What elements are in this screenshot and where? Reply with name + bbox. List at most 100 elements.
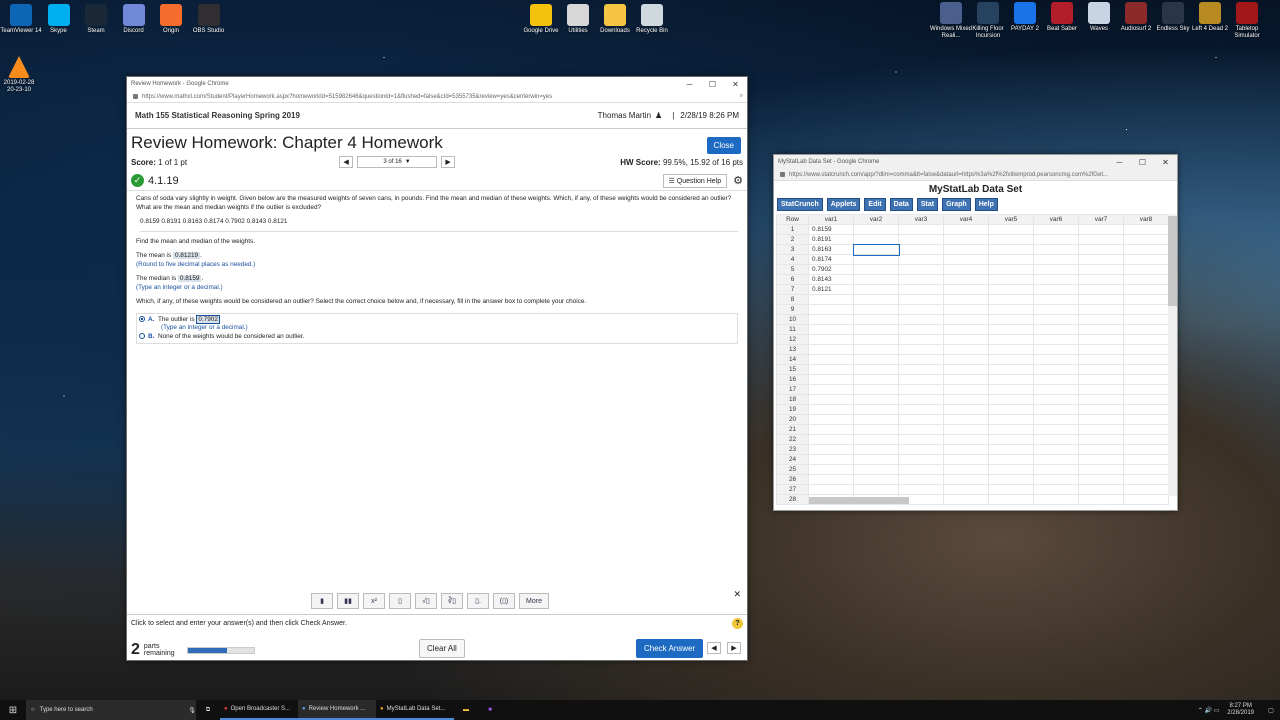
desktop-icon-8[interactable]: Tabletop Simulator (1226, 2, 1268, 40)
grid-cell[interactable] (853, 404, 899, 415)
grid-cell[interactable] (1033, 354, 1079, 365)
desktop-icon-0[interactable]: TeamViewer 14 (0, 4, 42, 35)
user-name[interactable]: Thomas Martin (598, 111, 651, 120)
grid-cell[interactable] (1033, 474, 1079, 485)
grid-cell[interactable] (1078, 374, 1124, 385)
grid-cell[interactable] (988, 314, 1034, 325)
grid-cell[interactable] (988, 284, 1034, 295)
grid-cell[interactable]: 0.8163 (808, 244, 854, 255)
address-bar[interactable]: https://www.mathxl.com/Student/PlayerHom… (127, 91, 747, 103)
grid-cell[interactable] (853, 334, 899, 345)
grid-cell[interactable] (1033, 304, 1079, 315)
grid-cell[interactable] (1033, 254, 1079, 265)
grid-cell[interactable] (943, 324, 989, 335)
grid-cell[interactable] (853, 284, 899, 295)
grid-cell[interactable] (1123, 344, 1169, 355)
grid-cell[interactable] (898, 274, 944, 285)
grid-cell[interactable] (898, 284, 944, 295)
grid-cell[interactable] (1123, 334, 1169, 345)
grid-cell[interactable] (1123, 264, 1169, 275)
next-question-button[interactable]: ▶ (441, 156, 456, 168)
grid-cell[interactable] (808, 384, 854, 395)
grid-cell[interactable] (988, 374, 1034, 385)
grid-cell[interactable] (1078, 424, 1124, 435)
desktop-icon-6[interactable]: Endless Sky (1152, 2, 1194, 33)
sc-menu-stat[interactable]: Stat (916, 198, 939, 211)
grid-cell[interactable] (898, 464, 944, 475)
explorer-icon[interactable]: ▬ (454, 707, 478, 713)
clear-all-button[interactable]: Clear All (419, 639, 465, 658)
grid-cell[interactable] (898, 484, 944, 495)
row-number[interactable]: 24 (776, 454, 809, 465)
grid-cell[interactable] (943, 264, 989, 275)
grid-cell[interactable] (1078, 384, 1124, 395)
more-tools-button[interactable]: More (519, 593, 549, 609)
grid-cell[interactable] (1033, 424, 1079, 435)
grid-cell[interactable] (943, 254, 989, 265)
math-tool-0[interactable]: ▮ (311, 593, 333, 609)
grid-cell[interactable] (988, 324, 1034, 335)
grid-cell[interactable] (988, 344, 1034, 355)
grid-cell[interactable] (1123, 254, 1169, 265)
grid-cell[interactable] (853, 434, 899, 445)
math-tool-1[interactable]: ▮▮ (337, 593, 359, 609)
grid-cell[interactable] (898, 414, 944, 425)
next-part-button[interactable]: ▶ (727, 642, 741, 654)
row-number[interactable]: 11 (776, 324, 809, 335)
taskbar-search[interactable]: ○ Type here to search 🎙 (26, 700, 196, 720)
row-number[interactable]: 26 (776, 474, 809, 485)
grid-cell[interactable] (943, 244, 989, 255)
row-number[interactable]: 12 (776, 334, 809, 345)
vlc-recording-icon[interactable]: 2019-02-28 20-23-10 (0, 56, 38, 94)
grid-cell[interactable] (943, 354, 989, 365)
row-number[interactable]: 3 (776, 244, 809, 255)
grid-cell[interactable] (943, 484, 989, 495)
grid-cell[interactable] (1078, 414, 1124, 425)
grid-cell[interactable] (943, 464, 989, 475)
math-tool-3[interactable]: ▯ (389, 593, 411, 609)
grid-cell[interactable] (852, 243, 900, 256)
grid-cell[interactable] (988, 484, 1034, 495)
grid-cell[interactable] (1123, 374, 1169, 385)
grid-cell[interactable] (1078, 464, 1124, 475)
grid-cell[interactable] (808, 364, 854, 375)
grid-cell[interactable] (943, 434, 989, 445)
grid-cell[interactable] (1123, 324, 1169, 335)
desktop-icon-1[interactable]: Skype (38, 4, 80, 35)
grid-cell[interactable] (988, 354, 1034, 365)
grid-cell[interactable] (1123, 294, 1169, 305)
row-number[interactable]: 7 (776, 284, 809, 295)
grid-cell[interactable] (1123, 304, 1169, 315)
grid-cell[interactable] (853, 324, 899, 335)
grid-cell[interactable] (1123, 354, 1169, 365)
grid-cell[interactable] (808, 464, 854, 475)
grid-cell[interactable] (898, 294, 944, 305)
desktop-icon-1[interactable]: Killing Floor Incursion (967, 2, 1009, 40)
row-number[interactable]: 8 (776, 294, 809, 305)
grid-cell[interactable] (1123, 404, 1169, 415)
grid-cell[interactable] (853, 224, 899, 235)
task-view-icon[interactable]: ⧉ (196, 707, 220, 714)
grid-cell[interactable] (808, 304, 854, 315)
grid-column-header[interactable]: var7 (1078, 214, 1124, 225)
radio-a[interactable] (139, 315, 145, 322)
grid-cell[interactable] (1033, 284, 1079, 295)
grid-cell[interactable] (1123, 454, 1169, 465)
grid-cell[interactable] (853, 394, 899, 405)
desktop-icon-2[interactable]: PAYDAY 2 (1004, 2, 1046, 33)
row-number[interactable]: 22 (776, 434, 809, 445)
grid-cell[interactable] (988, 264, 1034, 275)
grid-cell[interactable] (943, 474, 989, 485)
grid-cell[interactable] (853, 274, 899, 285)
desktop-icon-7[interactable]: Left 4 Dead 2 (1189, 2, 1231, 33)
grid-cell[interactable] (988, 464, 1034, 475)
desktop-icon-4[interactable]: Origin (150, 4, 192, 35)
grid-cell[interactable] (1123, 364, 1169, 375)
grid-cell[interactable] (853, 354, 899, 365)
row-number[interactable]: 23 (776, 444, 809, 455)
row-number[interactable]: 10 (776, 314, 809, 325)
grid-cell[interactable] (1123, 484, 1169, 495)
grid-cell[interactable] (898, 404, 944, 415)
sc-menu-edit[interactable]: Edit (864, 198, 886, 211)
sc-menu-help[interactable]: Help (974, 198, 998, 211)
